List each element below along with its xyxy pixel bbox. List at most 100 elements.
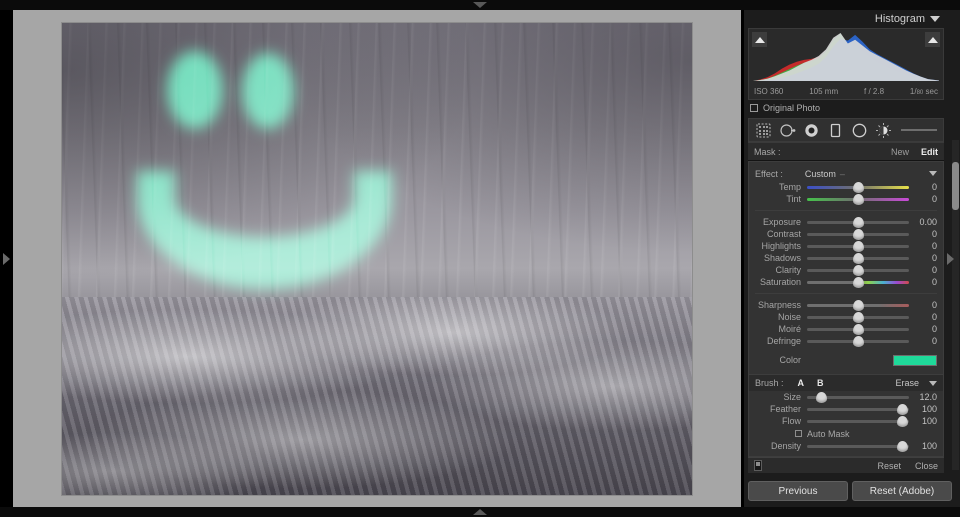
slider-value[interactable]: 0 [909,324,937,334]
slider-knob[interactable] [852,311,864,323]
slider-track[interactable] [807,415,909,427]
auto-mask-label: Auto Mask [807,428,850,439]
slider-track[interactable] [807,181,909,193]
slider-knob[interactable] [815,391,827,403]
slider-value[interactable]: 12.0 [909,392,937,402]
slider-value[interactable]: 0 [909,265,937,275]
slider-track[interactable] [807,311,909,323]
slider-label: Flow [781,416,801,426]
slider-value[interactable]: 0 [909,336,937,346]
slider-value[interactable]: 0 [909,182,937,192]
histogram-header[interactable]: Histogram [748,10,944,28]
brush-circle-icon[interactable] [851,122,868,139]
auto-mask-toggle[interactable]: Auto Mask [749,427,943,440]
water-foam [62,296,692,495]
slider-track[interactable] [807,391,909,403]
slider-track[interactable] [807,440,909,452]
slider-track[interactable] [807,276,909,288]
brush-label: Brush : [755,378,784,388]
effect-dots: – [839,168,845,179]
photo-canvas[interactable] [62,23,692,495]
panel-reset-button[interactable]: Reset [877,461,901,471]
slider-track[interactable] [807,264,909,276]
effect-slider: Highlights 0 [749,240,943,252]
slider-track[interactable] [807,323,909,335]
slider-value[interactable]: 0 [909,241,937,251]
histogram-panel[interactable]: ISO 360 105 mm f / 2.8 1/80 sec [748,28,944,100]
slider-knob[interactable] [852,216,864,228]
slider-value[interactable]: 0 [909,194,937,204]
slider-knob[interactable] [852,228,864,240]
slider-value[interactable]: 0.00 [909,217,937,227]
brush-b-button[interactable]: B [817,378,824,388]
slider-value[interactable]: 0 [909,277,937,287]
slider-track[interactable] [807,228,909,240]
slider-value[interactable]: 0 [909,312,937,322]
triangle-down-icon[interactable] [929,171,937,176]
color-swatch[interactable] [893,354,937,366]
amount-slider-track[interactable] [901,129,937,131]
spot-removal-icon[interactable] [779,122,796,139]
reset-adobe-button[interactable]: Reset (Adobe) [852,481,952,501]
toggle-switch-icon[interactable] [754,460,762,471]
original-photo-toggle[interactable]: Original Photo [748,100,944,116]
effect-slider: Tint 0 [749,193,943,205]
slider-knob[interactable] [852,240,864,252]
shadow-clipping-icon[interactable] [752,32,767,47]
slider-value[interactable]: 0 [909,253,937,263]
slider-knob[interactable] [852,264,864,276]
slider-track[interactable] [807,240,909,252]
panel-close-button[interactable]: Close [915,461,938,471]
slider-knob[interactable] [852,181,864,193]
slider-value[interactable]: 100 [909,416,937,426]
panel-scrollbar-thumb[interactable] [952,162,959,210]
triangle-down-icon[interactable] [929,380,937,386]
mask-label: Mask : [754,146,781,157]
slider-knob[interactable] [852,193,864,205]
slider-track[interactable] [807,403,909,415]
slider-knob[interactable] [852,323,864,335]
amount-knob-icon[interactable] [875,122,892,139]
checkbox-icon[interactable] [750,104,758,112]
brush-sliders: Size 12.0 Feather 100 Flow 100 [749,391,943,427]
mask-new-button[interactable]: New [891,147,909,157]
slider-track[interactable] [807,299,909,311]
bottom-panel-edge[interactable] [0,507,960,517]
triangle-down-icon[interactable] [930,16,940,22]
chevron-down-icon[interactable] [473,2,487,8]
slider-knob[interactable] [852,299,864,311]
left-panel-toggle-icon[interactable] [3,252,10,265]
brush-erase-button[interactable]: Erase [895,378,919,388]
slider-label: Clarity [775,265,801,275]
linear-gradient-icon[interactable] [827,122,844,139]
checkbox-icon[interactable] [795,430,802,437]
slider-knob[interactable] [897,403,909,415]
chevron-up-icon[interactable] [473,509,487,515]
effect-value[interactable]: Custom [805,169,836,179]
slider-knob[interactable] [852,276,864,288]
original-photo-label: Original Photo [763,103,821,113]
slider-knob[interactable] [897,440,909,452]
exif-iso: ISO 360 [754,87,784,96]
right-panel-toggle-icon[interactable] [947,252,954,265]
slider-knob[interactable] [852,252,864,264]
slider-track[interactable] [807,216,909,228]
slider-value[interactable]: 100 [909,441,937,451]
slider-label: Shadows [763,253,801,263]
slider-track[interactable] [807,252,909,264]
mask-grid-icon[interactable] [755,122,772,139]
slider-knob[interactable] [897,415,909,427]
highlight-clipping-icon[interactable] [925,32,940,47]
slider-value[interactable]: 0 [909,229,937,239]
radial-gradient-icon[interactable] [803,122,820,139]
top-panel-edge[interactable] [0,0,960,10]
slider-value[interactable]: 100 [909,404,937,414]
mask-edit-button[interactable]: Edit [921,147,938,157]
previous-button[interactable]: Previous [748,481,848,501]
panel-footer: Reset Close [748,457,944,473]
slider-knob[interactable] [852,335,864,347]
slider-track[interactable] [807,335,909,347]
brush-a-button[interactable]: A [798,378,805,388]
slider-value[interactable]: 0 [909,300,937,310]
slider-track[interactable] [807,193,909,205]
